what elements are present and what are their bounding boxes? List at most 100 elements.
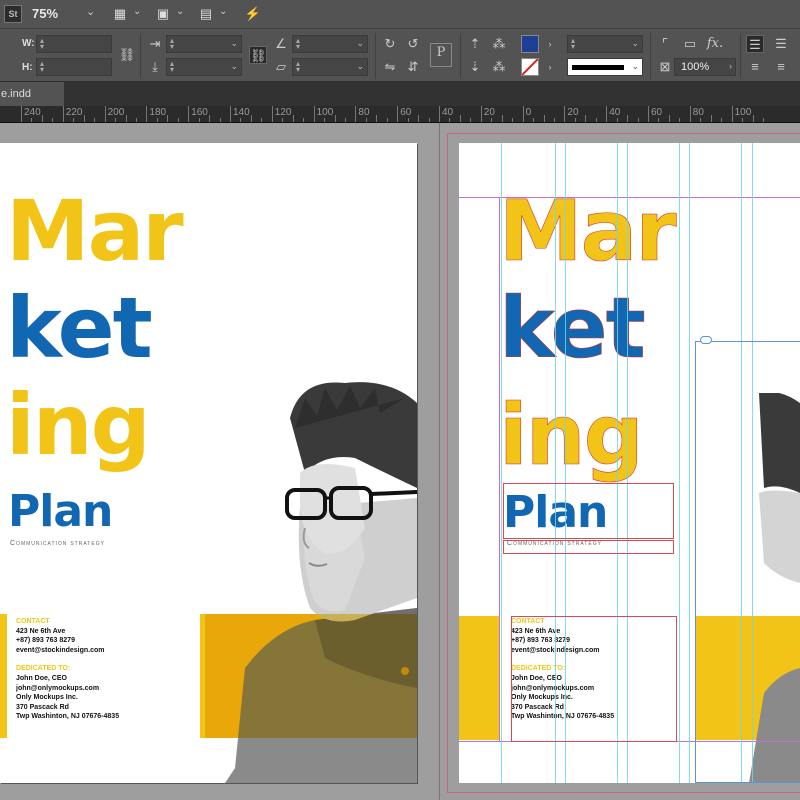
screen-mode-chevron-icon[interactable]: ⌄ (176, 6, 184, 17)
ruler-major-tick (397, 106, 399, 122)
ruler-minor-tick (156, 118, 158, 122)
select-next-object-icon[interactable]: ⁂ (490, 58, 508, 76)
ruler-minor-tick (762, 118, 764, 122)
ruler-major-tick (606, 106, 608, 122)
zoom-dropdown-chevron-icon[interactable]: ⌄ (86, 5, 95, 18)
shear-angle-icon[interactable]: ▱ (272, 58, 290, 76)
ruler-minor-tick (627, 115, 629, 122)
select-content-icon[interactable]: ⇣ (466, 58, 484, 76)
view-options-chevron-icon[interactable]: ⌄ (133, 6, 141, 17)
indesign-window: St 75% ⌄ ▦ ⌄ ▣ ⌄ ▤ ⌄ ⚡ W: ▴ ▾ H: ▴ ▾ ⛓ ⇥ ▴… (0, 0, 800, 800)
shear-angle-field[interactable]: ▴ ▾ ⌄ (292, 58, 368, 76)
yellow-accent-bar (0, 614, 7, 738)
dedicated-heading: DEDICATED TO: (16, 665, 71, 673)
page-edit-right[interactable]: Mar ket ing Plan Communication strategy … (459, 143, 800, 783)
ruler-major-tick (480, 106, 482, 122)
ruler-minor-tick (501, 115, 503, 122)
scale-y-icon[interactable]: ⤓ (146, 58, 164, 76)
rotate-counterclockwise-icon[interactable]: ↺ (404, 35, 422, 53)
constrain-scale-icon[interactable]: ⛓ (249, 46, 267, 64)
align-justify-icon[interactable]: ☰ (772, 35, 790, 53)
stroke-type-field[interactable]: ⌄ (567, 58, 643, 76)
yellow-overlay (205, 614, 417, 738)
subtitle-text-frame[interactable] (503, 540, 674, 554)
contact-text-frame[interactable] (511, 616, 677, 742)
stock-logo-icon[interactable]: St (4, 5, 22, 23)
fill-swatch[interactable] (521, 35, 539, 53)
ruler-minor-tick (752, 115, 754, 122)
align-center-vertical-icon[interactable]: ≡ (746, 58, 764, 76)
screen-mode-icon[interactable]: ▣ (153, 5, 173, 23)
align-text-frame-icon[interactable]: ☰ (746, 35, 764, 53)
application-bar: St 75% ⌄ ▦ ⌄ ▣ ⌄ ▤ ⌄ ⚡ (0, 0, 800, 29)
scale-x-icon[interactable]: ⇥ (146, 35, 164, 53)
align-bottom-icon[interactable]: ≡ (772, 58, 790, 76)
text-wrap-link-icon[interactable] (700, 336, 712, 344)
column-guide (679, 143, 680, 783)
arrange-documents-chevron-icon[interactable]: ⌄ (219, 6, 227, 17)
separator (460, 33, 461, 79)
title-line-3[interactable]: ing (499, 393, 644, 478)
ruler-minor-tick (533, 118, 535, 122)
zoom-level[interactable]: 75% (32, 6, 58, 21)
ruler-number: 140 (233, 107, 250, 118)
stroke-swatch[interactable] (521, 58, 539, 76)
ruler-number: 80 (358, 107, 370, 118)
ruler-minor-tick (459, 115, 461, 122)
ruler-minor-tick (585, 115, 587, 122)
title-line-1[interactable]: Mar (499, 189, 677, 274)
contact-heading: CONTACT (16, 618, 50, 625)
flip-vertical-icon[interactable]: ⇵ (404, 58, 422, 76)
stroke-weight-field[interactable]: ▴ ▾ ⌄ (567, 35, 643, 53)
ruler-minor-tick (553, 118, 555, 122)
ruler-minor-tick (449, 118, 451, 122)
title-line-2[interactable]: ket (499, 286, 646, 371)
dedicated-line: john@onlymockups.com (16, 684, 100, 692)
ruler-number: 180 (149, 107, 167, 118)
effects-icon[interactable]: fx. (706, 35, 724, 53)
horizontal-ruler[interactable]: 240 220 200 180 160 140 120 100 80 60 40 20 0 20 40 60 8… (0, 106, 800, 123)
publish-online-icon[interactable]: ⚡ (243, 5, 263, 23)
contact-line: +87) 893 763 8279 (16, 637, 75, 645)
ruler-minor-tick (41, 115, 43, 122)
ruler-minor-tick (668, 115, 670, 122)
ruler-number: 200 (107, 107, 125, 118)
ruler-major-tick (230, 106, 231, 122)
view-options-icon[interactable]: ▦ (110, 5, 130, 23)
document-tab[interactable]: e.indd (0, 82, 64, 106)
ruler-number: 220 (65, 107, 83, 118)
fill-dropdown-chevron-icon[interactable]: › (541, 35, 559, 53)
reference-point-p-icon[interactable]: P (430, 43, 452, 67)
page-preview-left[interactable]: Mar ket ing Plan Communication strategy … (0, 143, 417, 783)
ruler-minor-tick (83, 115, 85, 122)
corner-options-icon[interactable]: ⌜ (656, 35, 674, 53)
ruler-minor-tick (376, 115, 378, 122)
title-line-2: ket (6, 279, 153, 377)
ruler-major-tick (104, 106, 106, 122)
ruler-minor-tick (512, 118, 514, 122)
dedicated-line: Only Mockups Inc. (16, 694, 78, 702)
flip-horizontal-icon[interactable]: ⇋ (381, 58, 399, 76)
ruler-major-tick (146, 106, 148, 122)
rotation-angle-field[interactable]: ▴ ▾ ⌄ (292, 35, 368, 53)
rotate-clockwise-icon[interactable]: ↻ (381, 35, 399, 53)
arrange-documents-icon[interactable]: ▤ (196, 5, 216, 23)
width-field[interactable]: ▴ ▾ (36, 35, 112, 53)
ruler-minor-tick (177, 118, 179, 122)
stroke-dropdown-chevron-icon[interactable]: › (541, 58, 559, 76)
height-field[interactable]: ▴ ▾ (36, 58, 112, 76)
plan-text-frame[interactable] (503, 483, 674, 539)
select-container-icon[interactable]: ⇡ (466, 35, 484, 53)
ruler-number: 20 (567, 107, 579, 118)
ruler-number: 20 (483, 107, 495, 118)
scale-x-field[interactable]: ▴ ▾ ⌄ (166, 35, 242, 53)
image-frame-selected[interactable] (695, 341, 800, 783)
rotation-angle-icon[interactable]: ∠ (272, 35, 290, 53)
opacity-icon[interactable]: ⊠ (656, 58, 674, 76)
control-panel: W: ▴ ▾ H: ▴ ▾ ⛓ ⇥ ▴ ▾ ⌄ ⤓ ▴ ▾ ⌄ ⛓ ∠ ▴ ▾ ⌄ ▱ ▴ ▾ ⌄ … (0, 29, 800, 82)
constrain-proportions-icon[interactable]: ⛓ (118, 46, 136, 64)
scale-y-field[interactable]: ▴ ▾ ⌄ (166, 58, 242, 76)
drop-shadow-icon[interactable]: ▭ (681, 35, 699, 53)
opacity-field[interactable]: 100% › (674, 58, 736, 76)
select-previous-object-icon[interactable]: ⁂ (490, 35, 508, 53)
